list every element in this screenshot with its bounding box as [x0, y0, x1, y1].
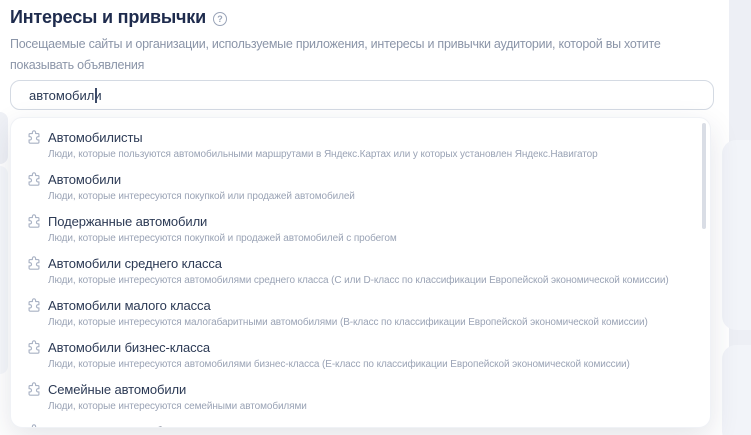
interest-suggestion-row[interactable]: Автомобили среднего класса Люди, которые…: [11, 254, 710, 296]
page-title: Интересы и привычки: [10, 7, 206, 27]
interests-search-box: [10, 80, 714, 110]
interest-description: Люди, которые интересуются семейными авт…: [48, 401, 307, 412]
puzzle-icon: [26, 171, 42, 187]
text-cursor: [95, 88, 97, 103]
background-card: [0, 166, 8, 374]
help-icon[interactable]: ?: [212, 11, 227, 26]
interest-description: Люди, которые интересуются покупкой или …: [48, 191, 355, 202]
interests-suggestions-dropdown: Автомобилисты Люди, которые пользуются а…: [10, 117, 711, 428]
background-card: [0, 112, 8, 164]
section-header: Интересы и привычки ?: [10, 7, 227, 28]
dropdown-scrollbar[interactable]: [702, 123, 706, 229]
interest-suggestion-head: Автомобилисты: [26, 128, 686, 146]
puzzle-icon: [26, 297, 42, 313]
interest-suggestion-row[interactable]: Автомобили малого класса Люди, которые и…: [11, 296, 710, 338]
interest-title: Подержанные автомобили: [48, 213, 208, 229]
interest-title: Автомобилисты: [48, 129, 143, 145]
section-description: Посещаемые сайты и организации, использу…: [10, 37, 661, 72]
interest-title: Городские автомобили: [48, 424, 184, 428]
interest-suggestion-row[interactable]: Городские автомобили: [11, 422, 710, 428]
interests-search-input[interactable]: [11, 81, 713, 109]
interest-suggestion-head: Автомобили: [26, 170, 686, 188]
puzzle-icon: [26, 213, 42, 229]
interest-suggestion-head: Городские автомобили: [26, 422, 686, 428]
interest-suggestion-row[interactable]: Автомобили Люди, которые интересуются по…: [11, 170, 710, 212]
interest-list: Автомобилисты Люди, которые пользуются а…: [11, 128, 710, 428]
interest-suggestion-head: Семейные автомобили: [26, 380, 686, 398]
interest-suggestion-head: Автомобили бизнес-класса: [26, 338, 686, 356]
puzzle-icon: [26, 423, 42, 427]
interest-title: Семейные автомобили: [48, 381, 187, 397]
puzzle-icon: [26, 339, 42, 355]
interest-title: Автомобили среднего класса: [48, 255, 222, 271]
interest-title: Автомобили бизнес-класса: [48, 339, 211, 355]
interest-description: Люди, которые интересуются автомобилями …: [48, 359, 630, 370]
interest-suggestion-row[interactable]: Семейные автомобили Люди, которые интере…: [11, 380, 710, 422]
puzzle-icon: [26, 255, 42, 271]
interest-suggestion-row[interactable]: Подержанные автомобили Люди, которые инт…: [11, 212, 710, 254]
interest-title: Автомобили малого класса: [48, 297, 211, 313]
interest-suggestion-head: Автомобили среднего класса: [26, 254, 686, 272]
interest-suggestion-row[interactable]: Автомобили бизнес-класса Люди, которые и…: [11, 338, 710, 380]
interest-title: Автомобили: [48, 171, 122, 187]
interest-description: Люди, которые интересуются покупкой и пр…: [48, 233, 397, 244]
interest-description: Люди, которые пользуются автомобильными …: [48, 149, 598, 160]
interest-suggestion-head: Автомобили малого класса: [26, 296, 686, 314]
interest-suggestion-row[interactable]: Автомобилисты Люди, которые пользуются а…: [11, 128, 710, 170]
interest-suggestion-head: Подержанные автомобили: [26, 212, 686, 230]
interest-description: Люди, которые интересуются автомобилями …: [48, 275, 669, 286]
background-card: [722, 345, 751, 435]
puzzle-icon: [26, 129, 42, 145]
interest-description: Люди, которые интересуются малогабаритны…: [48, 317, 648, 328]
interests-and-habits-section: Интересы и привычки ? Посещаемые сайты и…: [0, 0, 751, 435]
background-card: [722, 140, 751, 330]
puzzle-icon: [26, 381, 42, 397]
